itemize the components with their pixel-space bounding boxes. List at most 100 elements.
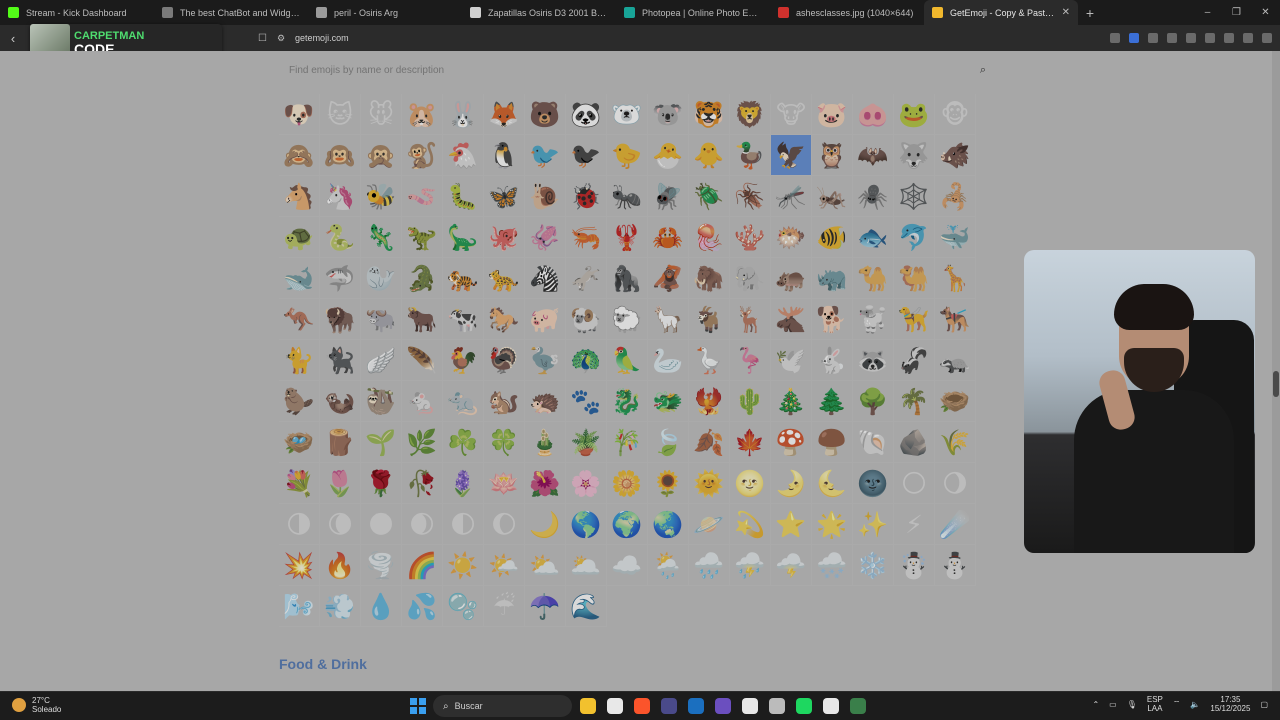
- menu-icon[interactable]: [1262, 33, 1272, 43]
- emoji-cell[interactable]: 🌪️: [361, 545, 402, 586]
- emoji-cell[interactable]: 🌛: [771, 463, 812, 504]
- taskbar-app-icon[interactable]: [661, 698, 677, 714]
- emoji-cell[interactable]: ☃️: [894, 545, 935, 586]
- emoji-cell[interactable]: 🐅: [443, 258, 484, 299]
- emoji-cell[interactable]: 🦘: [279, 299, 320, 340]
- bookmark-icon[interactable]: ☐: [258, 33, 267, 44]
- chevron-up-icon[interactable]: ⌃: [1092, 700, 1099, 709]
- emoji-cell[interactable]: 🕷️: [853, 176, 894, 217]
- emoji-cell[interactable]: 🦬: [320, 299, 361, 340]
- emoji-cell[interactable]: 🌓: [443, 504, 484, 545]
- emoji-cell[interactable]: 🪹: [935, 381, 976, 422]
- emoji-cell[interactable]: 🌳: [853, 381, 894, 422]
- emoji-cell[interactable]: 🦢: [648, 340, 689, 381]
- emoji-cell[interactable]: 🙉: [320, 135, 361, 176]
- wallet-icon[interactable]: [1224, 33, 1234, 43]
- emoji-cell[interactable]: 🪴: [566, 422, 607, 463]
- taskbar-app-icon[interactable]: [850, 698, 866, 714]
- emoji-cell[interactable]: 🪱: [402, 176, 443, 217]
- wifi-icon[interactable]: ⌔: [1173, 699, 1181, 709]
- emoji-cell[interactable]: 🐞: [566, 176, 607, 217]
- emoji-cell[interactable]: 🐕: [812, 299, 853, 340]
- emoji-cell[interactable]: 🐨: [648, 94, 689, 135]
- emoji-cell[interactable]: 🪨: [894, 422, 935, 463]
- new-tab-button[interactable]: +: [1078, 5, 1102, 21]
- emoji-cell[interactable]: 🦡: [935, 340, 976, 381]
- taskbar-app-icon[interactable]: [580, 698, 596, 714]
- emoji-cell[interactable]: 🐉: [607, 381, 648, 422]
- taskbar-app-icon[interactable]: [634, 698, 650, 714]
- site-info-icon[interactable]: ⚙: [277, 33, 285, 44]
- emoji-cell[interactable]: 🌵: [730, 381, 771, 422]
- emoji-cell[interactable]: 🍁: [730, 422, 771, 463]
- emoji-cell[interactable]: 🌈: [402, 545, 443, 586]
- emoji-cell[interactable]: 🌷: [320, 463, 361, 504]
- emoji-cell[interactable]: 🙊: [361, 135, 402, 176]
- emoji-cell[interactable]: 💦: [402, 586, 443, 627]
- emoji-cell[interactable]: 🐆: [484, 258, 525, 299]
- emoji-cell[interactable]: 🌱: [361, 422, 402, 463]
- url-text[interactable]: getemoji.com: [295, 33, 349, 43]
- maximize-button[interactable]: ❐: [1222, 0, 1251, 25]
- emoji-cell[interactable]: 🦊: [484, 94, 525, 135]
- emoji-cell[interactable]: 🐜: [607, 176, 648, 217]
- emoji-cell[interactable]: 🔥: [320, 545, 361, 586]
- emoji-cell[interactable]: 🐴: [279, 176, 320, 217]
- emoji-cell[interactable]: 🪷: [484, 463, 525, 504]
- emoji-cell[interactable]: 🐁: [402, 381, 443, 422]
- emoji-cell[interactable]: ⛅: [525, 545, 566, 586]
- emoji-cell[interactable]: ☔: [484, 586, 525, 627]
- taskbar-app-icon[interactable]: [796, 698, 812, 714]
- emoji-cell[interactable]: 🐚: [853, 422, 894, 463]
- emoji-cell[interactable]: 🦃: [484, 340, 525, 381]
- emoji-cell[interactable]: 🐳: [935, 217, 976, 258]
- emoji-cell[interactable]: 🐤: [607, 135, 648, 176]
- emoji-cell[interactable]: 🐮: [771, 94, 812, 135]
- emoji-cell[interactable]: 🦗: [812, 176, 853, 217]
- emoji-cell[interactable]: 🦌: [730, 299, 771, 340]
- emoji-cell[interactable]: 🐂: [402, 299, 443, 340]
- emoji-cell[interactable]: 🦓: [525, 258, 566, 299]
- emoji-cell[interactable]: 🦄: [320, 176, 361, 217]
- emoji-cell[interactable]: 🦟: [771, 176, 812, 217]
- emoji-cell[interactable]: 🦀: [648, 217, 689, 258]
- emoji-cell[interactable]: 🪽: [361, 340, 402, 381]
- emoji-cell[interactable]: 🐢: [279, 217, 320, 258]
- emoji-cell[interactable]: 🌟: [812, 504, 853, 545]
- back-icon[interactable]: ‹: [0, 31, 26, 46]
- sidebar-icon[interactable]: [1205, 33, 1215, 43]
- emoji-cell[interactable]: 🌲: [812, 381, 853, 422]
- taskbar-search[interactable]: ⌕ Buscar: [433, 695, 572, 717]
- emoji-cell[interactable]: 🐡: [771, 217, 812, 258]
- emoji-cell[interactable]: 💧: [361, 586, 402, 627]
- emoji-cell[interactable]: 🦜: [607, 340, 648, 381]
- emoji-cell[interactable]: 🌾: [935, 422, 976, 463]
- emoji-cell[interactable]: 🦆: [730, 135, 771, 176]
- emoji-cell[interactable]: 🌖: [935, 463, 976, 504]
- emoji-cell[interactable]: 🐽: [853, 94, 894, 135]
- emoji-cell[interactable]: 🌑: [361, 504, 402, 545]
- emoji-cell[interactable]: 🐇: [812, 340, 853, 381]
- emoji-cell[interactable]: 🦖: [402, 217, 443, 258]
- taskbar-app-icon[interactable]: [715, 698, 731, 714]
- emoji-cell[interactable]: 🪼: [689, 217, 730, 258]
- emoji-cell[interactable]: 🦐: [566, 217, 607, 258]
- emoji-cell[interactable]: 🦈: [320, 258, 361, 299]
- emoji-cell[interactable]: 🌨️: [812, 545, 853, 586]
- extension-icon[interactable]: [1186, 33, 1196, 43]
- emoji-cell[interactable]: 🦁: [730, 94, 771, 135]
- emoji-cell[interactable]: 🐻: [525, 94, 566, 135]
- emoji-cell[interactable]: 🌍: [607, 504, 648, 545]
- emoji-cell[interactable]: 🌝: [730, 463, 771, 504]
- emoji-cell[interactable]: 🫎: [771, 299, 812, 340]
- emoji-cell[interactable]: 🐼: [566, 94, 607, 135]
- emoji-cell[interactable]: ☘️: [443, 422, 484, 463]
- emoji-cell[interactable]: 🐲: [648, 381, 689, 422]
- emoji-cell[interactable]: 🦦: [320, 381, 361, 422]
- emoji-cell[interactable]: 🐗: [935, 135, 976, 176]
- emoji-cell[interactable]: 🌏: [648, 504, 689, 545]
- emoji-cell[interactable]: 🐠: [812, 217, 853, 258]
- start-button[interactable]: [410, 698, 426, 714]
- emoji-cell[interactable]: 🐏: [566, 299, 607, 340]
- emoji-cell[interactable]: ⭐: [771, 504, 812, 545]
